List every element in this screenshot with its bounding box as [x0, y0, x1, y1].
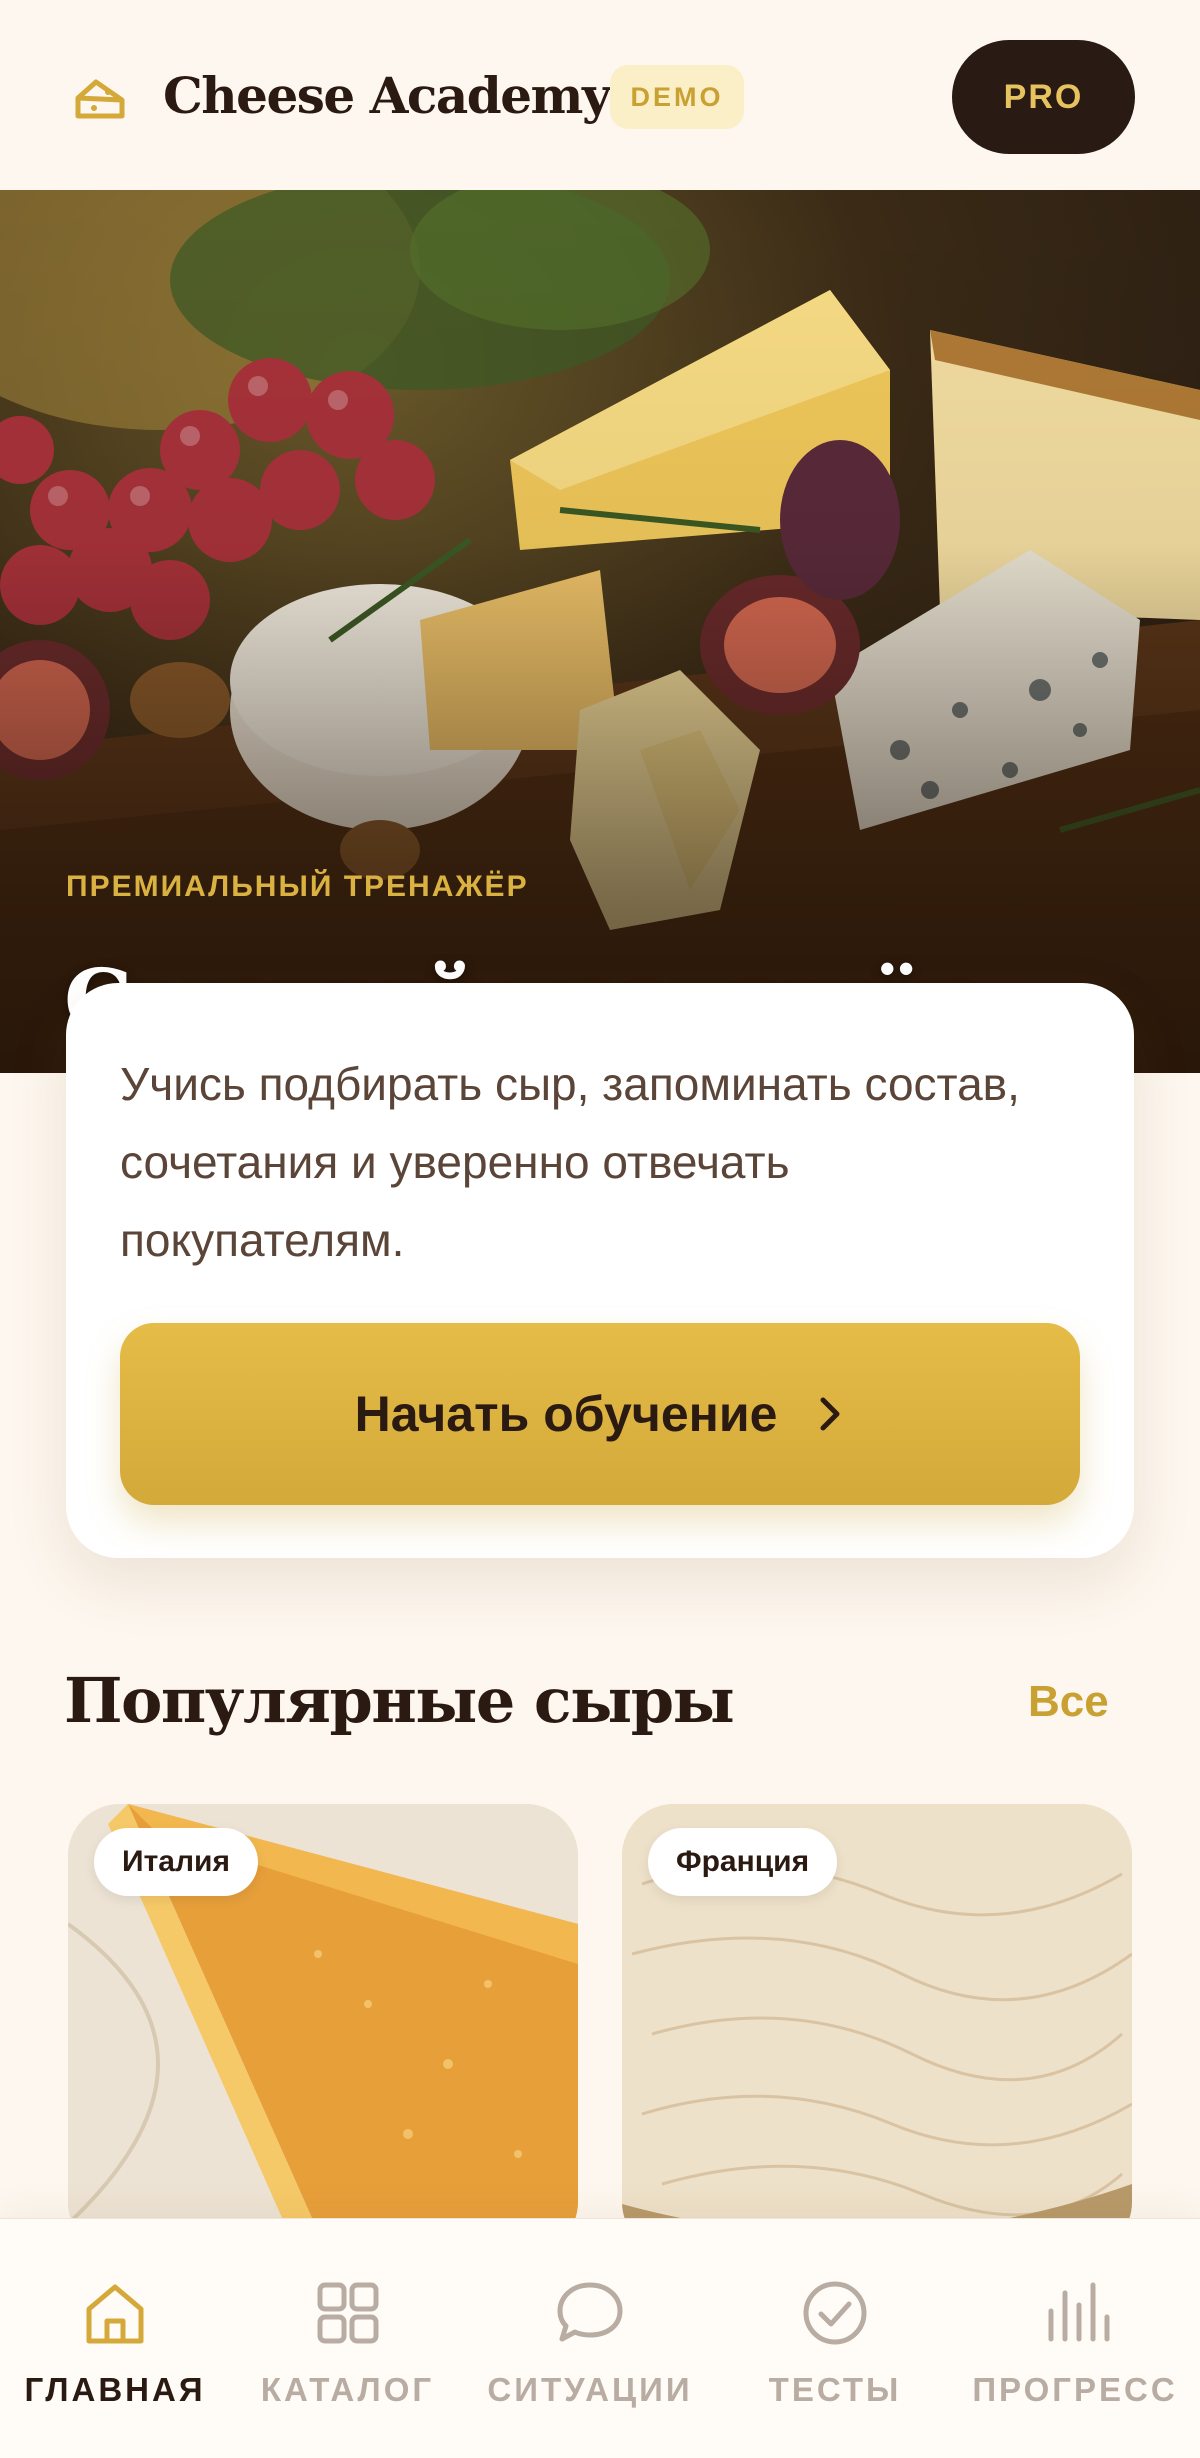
nav-label: ТЕСТЫ — [768, 2371, 902, 2408]
grid-icon — [317, 2282, 378, 2344]
cheese-card-italy[interactable]: Италия — [68, 1804, 578, 2254]
nav-item-situations[interactable]: СИТУАЦИИ — [480, 2219, 700, 2458]
popular-cheeses-title: Популярные сыры — [64, 1664, 735, 1737]
nav-item-tests[interactable]: ТЕСТЫ — [740, 2219, 930, 2458]
hero-kicker: ПРЕМИАЛЬНЫЙ ТРЕНАЖЁР — [66, 870, 529, 903]
nav-item-home[interactable]: ГЛАВНАЯ — [20, 2219, 210, 2458]
intro-card: Учись подбирать сыр, запоминать состав, … — [66, 983, 1134, 1558]
hero-gradient-overlay — [0, 190, 1200, 1073]
chat-icon — [557, 2282, 623, 2342]
start-learning-button[interactable]: Начать обучение — [120, 1323, 1080, 1505]
demo-badge: DEMO — [610, 65, 744, 129]
app-header: Cheese Academy DEMO PRO — [0, 0, 1200, 190]
nav-label: ГЛАВНАЯ — [24, 2371, 206, 2408]
nav-label: КАТАЛОГ — [260, 2371, 435, 2408]
nav-label: ПРОГРЕСС — [972, 2371, 1178, 2408]
hero-banner: ПРЕМИАЛЬНЫЙ ТРЕНАЖЁР Сырный тренажёр про… — [0, 190, 1200, 1073]
chevron-right-icon — [820, 1397, 840, 1431]
nav-item-catalog[interactable]: КАТАЛОГ — [250, 2219, 445, 2458]
see-all-link[interactable]: Все — [1028, 1677, 1109, 1727]
start-learning-label: Начать обучение — [354, 1386, 778, 1442]
intro-description: Учись подбирать сыр, запоминать состав, … — [120, 1058, 1020, 1266]
home-icon — [86, 2284, 144, 2344]
cheese-card-france[interactable]: Франция — [622, 1804, 1132, 2254]
nav-item-progress[interactable]: ПРОГРЕСС — [965, 2219, 1185, 2458]
nav-label: СИТУАЦИИ — [487, 2371, 693, 2408]
app-title: Cheese Academy — [163, 66, 611, 125]
bar-chart-icon — [1048, 2282, 1110, 2342]
check-circle-icon — [803, 2281, 867, 2345]
bottom-navigation: ГЛАВНАЯ КАТАЛОГ СИТУАЦИИ ТЕСТЫ ПРОГРЕСС — [0, 2218, 1200, 2458]
country-badge: Франция — [648, 1828, 838, 1896]
country-badge: Италия — [94, 1828, 258, 1896]
pro-button[interactable]: PRO — [952, 40, 1135, 154]
cheese-logo-icon — [75, 79, 125, 119]
